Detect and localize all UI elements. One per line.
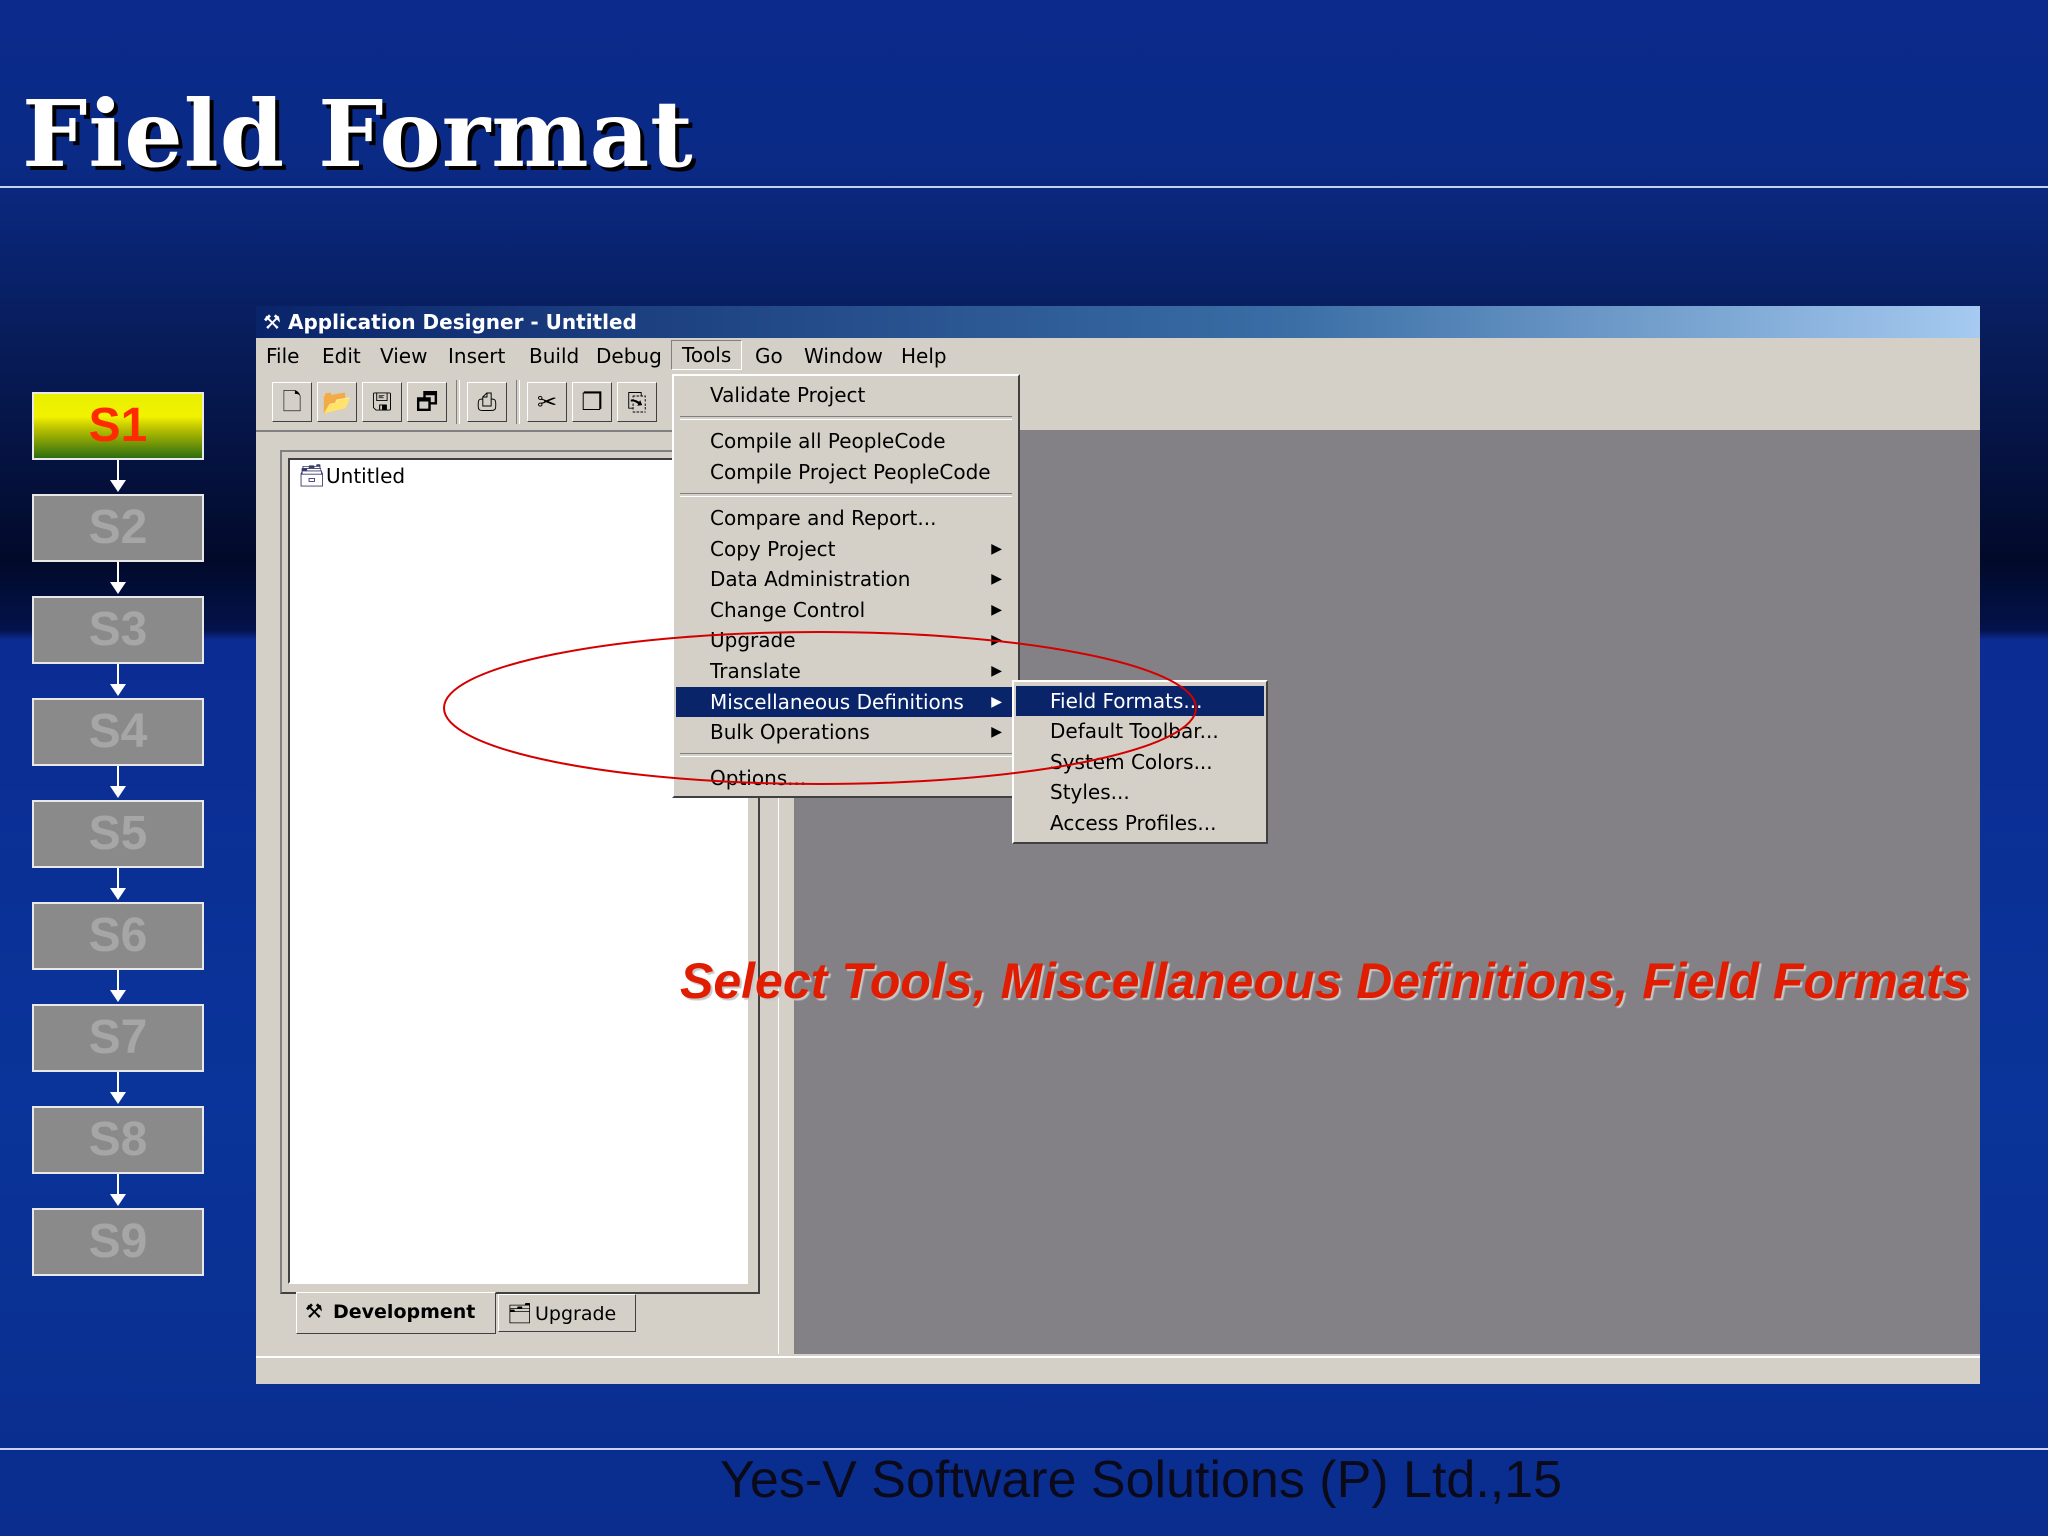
copy-icon[interactable]: ❐: [572, 382, 612, 422]
footer-text: Yes-V Software Solutions (P) Ltd.,15: [720, 1451, 1563, 1509]
menu-item-bulk-operations[interactable]: Bulk Operations ▶: [676, 717, 1016, 747]
submenu-arrow-icon: ▶: [991, 602, 1002, 618]
step-s1[interactable]: S1: [32, 392, 204, 460]
submenu-arrow-icon: ▶: [991, 541, 1002, 557]
step-s3[interactable]: S3: [32, 596, 204, 664]
menu-edit[interactable]: Edit: [322, 344, 361, 368]
tab-label: Upgrade: [535, 1303, 617, 1325]
menu-go[interactable]: Go: [755, 344, 783, 368]
window-titlebar[interactable]: ⚒ Application Designer - Untitled: [256, 306, 1980, 338]
step-arrow-icon: [110, 1072, 126, 1104]
slide-title: Field Format: [22, 80, 694, 188]
open-icon[interactable]: 📂: [317, 382, 357, 422]
menu-item-compile-project[interactable]: Compile Project PeopleCode: [676, 457, 1016, 487]
step-s2[interactable]: S2: [32, 494, 204, 562]
menu-item-label: Bulk Operations: [710, 720, 870, 744]
menu-item-label: Miscellaneous Definitions: [710, 690, 964, 714]
step-arrow-icon: [110, 868, 126, 900]
application-designer-window: ⚒ Application Designer - Untitled File Ed…: [256, 306, 1980, 1384]
menu-item-translate[interactable]: Translate ▶: [676, 656, 1016, 686]
step-s7[interactable]: S7: [32, 1004, 204, 1072]
save-icon[interactable]: 🖫: [362, 382, 402, 422]
menu-separator: [680, 493, 1012, 497]
menu-item-system-colors[interactable]: System Colors...: [1016, 747, 1264, 777]
save-all-icon[interactable]: 🗗: [407, 382, 447, 422]
tab-development[interactable]: ⚒ Development: [296, 1292, 496, 1334]
step-s9[interactable]: S9: [32, 1208, 204, 1276]
menu-item-compile-all[interactable]: Compile all PeopleCode: [676, 426, 1016, 456]
menu-item-compare-report[interactable]: Compare and Report...: [676, 503, 1016, 533]
toolbar-separator: [456, 380, 460, 424]
menu-item-styles[interactable]: Styles...: [1016, 777, 1264, 807]
step-s8[interactable]: S8: [32, 1106, 204, 1174]
title-divider: [0, 186, 2048, 188]
tab-upgrade[interactable]: 🗂 Upgrade: [498, 1294, 636, 1332]
menu-item-label: Copy Project: [710, 537, 836, 561]
status-bar: [256, 1356, 1980, 1384]
instruction-text: Select Tools, Miscellaneous Definitions,…: [680, 953, 1971, 1009]
menu-tools[interactable]: Tools: [671, 340, 743, 370]
menu-item-default-toolbar[interactable]: Default Toolbar...: [1016, 716, 1264, 746]
menu-item-field-formats[interactable]: Field Formats...: [1016, 686, 1264, 716]
menu-build[interactable]: Build: [529, 344, 579, 368]
submenu-arrow-icon: ▶: [991, 694, 1002, 710]
menu-item-miscellaneous-definitions[interactable]: Miscellaneous Definitions ▶: [676, 687, 1016, 717]
step-arrow-icon: [110, 1174, 126, 1206]
menu-item-access-profiles[interactable]: Access Profiles...: [1016, 808, 1264, 838]
step-arrow-icon: [110, 460, 126, 492]
menu-item-change-control[interactable]: Change Control ▶: [676, 595, 1016, 625]
step-arrow-icon: [110, 664, 126, 696]
menu-item-label: Translate: [710, 659, 801, 683]
menu-item-label: Data Administration: [710, 567, 911, 591]
paste-icon[interactable]: ⎘: [617, 382, 657, 422]
cut-icon[interactable]: ✂: [527, 382, 567, 422]
development-icon: ⚒: [305, 1299, 323, 1323]
tab-label: Development: [333, 1301, 476, 1323]
step-arrow-icon: [110, 562, 126, 594]
menu-item-validate-project[interactable]: Validate Project: [676, 380, 1016, 410]
project-icon: 🗃: [298, 464, 326, 489]
toolbar: 🗋 📂 🖫 🗗 ⎙ ✂ ❐ ⎘: [256, 374, 1980, 432]
step-s4[interactable]: S4: [32, 698, 204, 766]
upgrade-icon: 🗂: [507, 1301, 533, 1325]
app-designer-icon: ⚒: [263, 310, 281, 334]
step-arrow-icon: [110, 766, 126, 798]
step-arrow-icon: [110, 970, 126, 1002]
submenu-arrow-icon: ▶: [991, 571, 1002, 587]
tree-node-label: Untitled: [326, 464, 406, 488]
menu-file[interactable]: File: [266, 344, 299, 368]
new-icon[interactable]: 🗋: [272, 382, 312, 422]
tree-node-untitled[interactable]: 🗃Untitled: [298, 464, 405, 489]
step-s5[interactable]: S5: [32, 800, 204, 868]
menu-separator: [680, 753, 1012, 757]
menu-item-upgrade[interactable]: Upgrade ▶: [676, 625, 1016, 655]
menu-item-label: Change Control: [710, 598, 866, 622]
step-s6[interactable]: S6: [32, 902, 204, 970]
menu-window[interactable]: Window: [804, 344, 883, 368]
menu-help[interactable]: Help: [901, 344, 947, 368]
menu-item-copy-project[interactable]: Copy Project ▶: [676, 534, 1016, 564]
toolbar-separator: [516, 380, 520, 424]
window-title: Application Designer - Untitled: [288, 310, 637, 334]
submenu-arrow-icon: ▶: [991, 663, 1002, 679]
print-icon[interactable]: ⎙: [467, 382, 507, 422]
menu-insert[interactable]: Insert: [448, 344, 505, 368]
misc-definitions-submenu: Field Formats... Default Toolbar... Syst…: [1012, 680, 1268, 844]
menu-item-data-administration[interactable]: Data Administration ▶: [676, 564, 1016, 594]
tools-menu-dropdown: Validate Project Compile all PeopleCode …: [672, 374, 1020, 798]
submenu-arrow-icon: ▶: [991, 632, 1002, 648]
menu-debug[interactable]: Debug: [596, 344, 662, 368]
menu-view[interactable]: View: [380, 344, 427, 368]
menu-item-options[interactable]: Options...: [676, 763, 1016, 793]
menu-item-label: Upgrade: [710, 628, 796, 652]
submenu-arrow-icon: ▶: [991, 724, 1002, 740]
menu-bar: File Edit View Insert Build Debug Tools …: [256, 338, 1980, 374]
menu-separator: [680, 416, 1012, 420]
